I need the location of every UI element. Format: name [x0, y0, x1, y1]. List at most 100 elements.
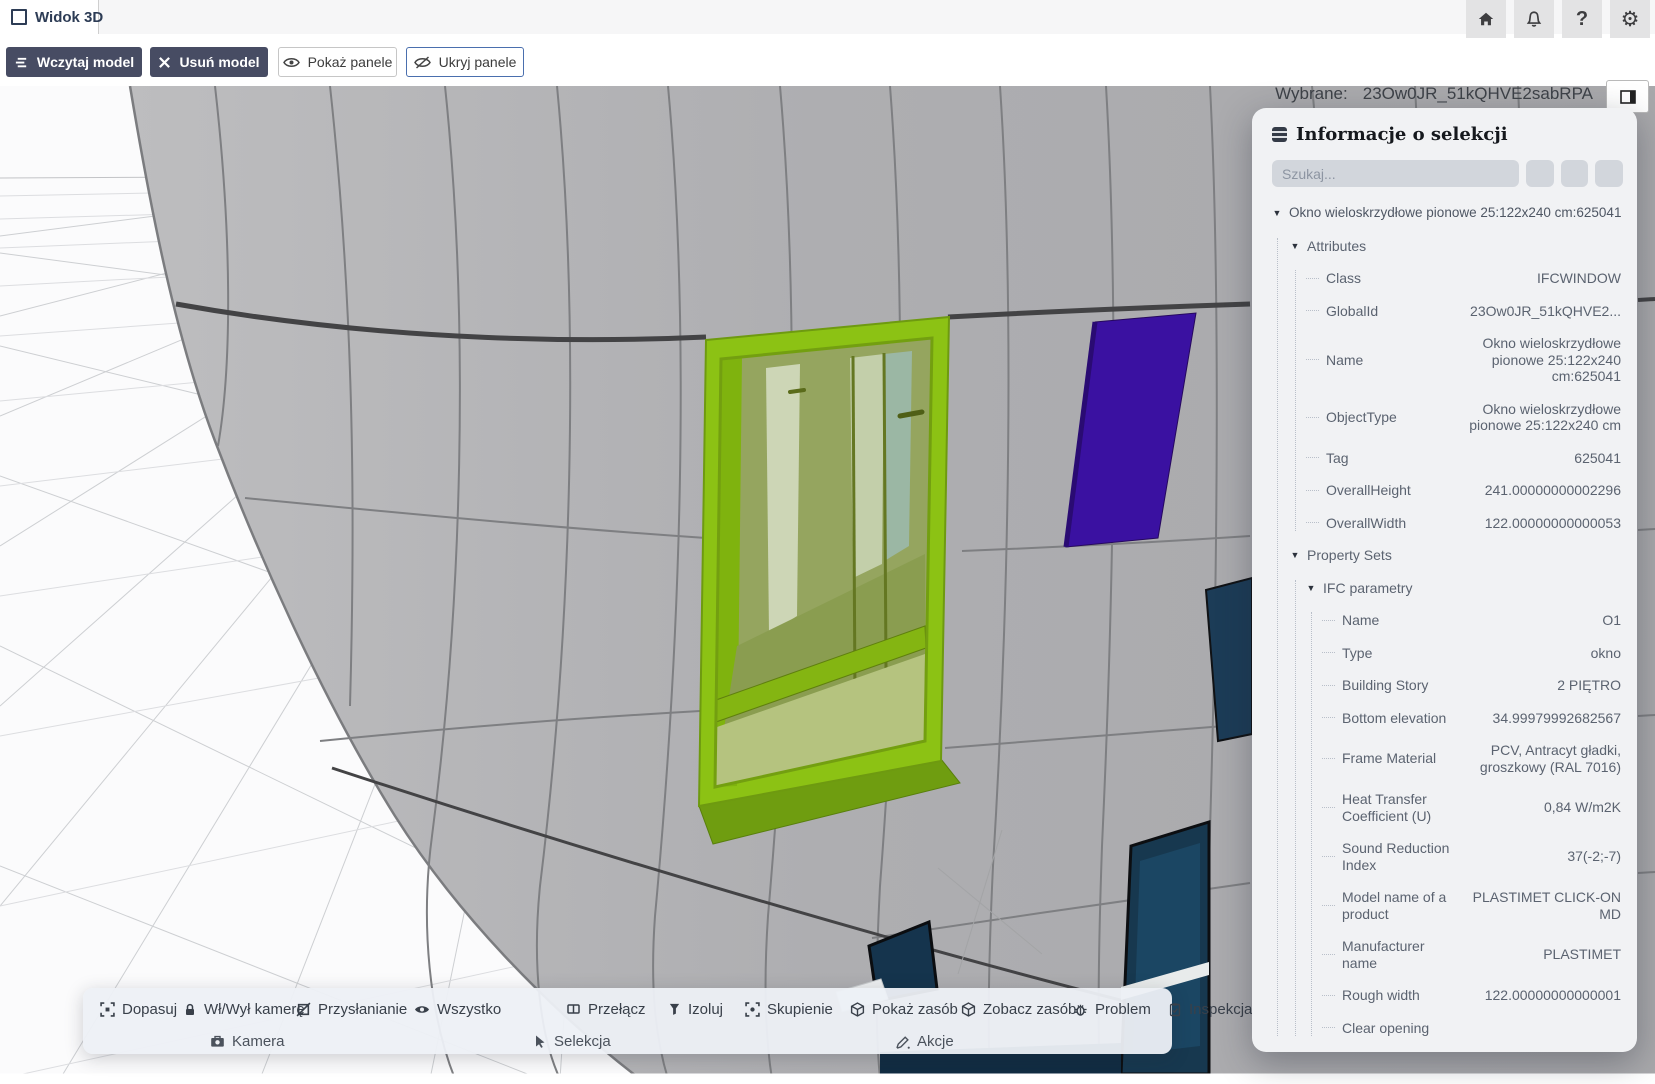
property-value: 241.00000000002296 — [1444, 482, 1623, 499]
tree-level-1: ▼ Attributes ClassIFCWINDOWGlobalId23Ow0… — [1277, 238, 1623, 1037]
property-row-building-story: Building Story2 PIĘTRO — [1322, 677, 1623, 694]
property-value: 122.00000000000053 — [1444, 515, 1623, 532]
property-value: 0,84 W/m2K — [1454, 799, 1623, 816]
notifications-button[interactable] — [1514, 0, 1554, 38]
panel-action-button-2[interactable] — [1561, 160, 1589, 187]
property-value: PLASTIMET CLICK-ON MD — [1454, 889, 1623, 922]
tool-label: Akcje — [917, 1033, 954, 1050]
settings-button[interactable]: ⚙ — [1610, 0, 1650, 38]
tool-kamera[interactable]: Kamera — [210, 1030, 285, 1052]
tool-label: Izoluj — [688, 1001, 723, 1018]
show-panels-button[interactable]: Pokaż panele — [278, 47, 397, 77]
tool-przyslanianie[interactable]: Przysłanianie — [296, 998, 407, 1020]
property-row-tag: Tag625041 — [1306, 450, 1623, 467]
property-value: 34.99979992682567 — [1454, 710, 1623, 727]
focus-icon — [745, 1002, 760, 1017]
property-row-bottom-elevation: Bottom elevation34.99979992682567 — [1322, 710, 1623, 727]
property-row-globalid: GlobalId23Ow0JR_51kQHVE2... — [1306, 303, 1623, 320]
tool-inspekcja[interactable]: Inspekcja — [1168, 998, 1252, 1020]
tool-label: Dopasuj — [122, 1001, 177, 1018]
property-value: 37(-2;-7) — [1454, 848, 1623, 865]
panel-header: Informacje o selekcji — [1272, 124, 1623, 145]
property-row-type: Typeokno — [1322, 645, 1623, 662]
property-row-overallwidth: OverallWidth122.00000000000053 — [1306, 515, 1623, 532]
remove-model-label: Usuń model — [179, 54, 259, 70]
tool-zobacz-zasob[interactable]: Zobacz zasób — [961, 998, 1076, 1020]
tree-root-node[interactable]: ▼ Okno wieloskrzydłowe pionowe 25:122x24… — [1272, 205, 1623, 222]
load-model-label: Wczytaj model — [37, 54, 134, 70]
tool-wszystko[interactable]: Wszystko — [414, 998, 501, 1020]
load-model-button[interactable]: Wczytaj model — [6, 47, 142, 77]
tool-label: Przełącz — [588, 1001, 646, 1018]
tool-label: Problem — [1095, 1001, 1151, 1018]
panel-action-button-3[interactable] — [1595, 160, 1623, 187]
property-row-manufacturer-name: Manufacturer namePLASTIMET — [1322, 938, 1623, 971]
tool-izoluj[interactable]: Izoluj — [668, 998, 723, 1020]
tree-leader — [1306, 490, 1319, 491]
x-icon — [158, 56, 171, 69]
ifc-parametry-node[interactable]: ▼ IFC parametry — [1306, 580, 1623, 597]
property-label: Sound Reduction Index — [1342, 840, 1454, 873]
property-label: OverallHeight — [1326, 482, 1444, 499]
tool-label: Selekcja — [554, 1033, 611, 1050]
property-row-model-name-of-a-product: Model name of a productPLASTIMET CLICK-O… — [1322, 889, 1623, 922]
selected-value: 23Ow0JR_51kQHVE2sabRPA — [1363, 84, 1593, 104]
chevron-down-icon: ▼ — [1272, 205, 1282, 222]
occlusion-icon — [296, 1002, 311, 1017]
property-label: ObjectType — [1326, 409, 1444, 426]
property-label: GlobalId — [1326, 303, 1444, 320]
property-value: okno — [1454, 645, 1623, 662]
tool-selekcja[interactable]: Selekcja — [533, 1030, 611, 1052]
tool-skupienie[interactable]: Skupienie — [745, 998, 833, 1020]
property-row-name: NameOkno wieloskrzydłowe pionowe 25:122x… — [1306, 335, 1623, 385]
command-bar: Wczytaj model Usuń model Pokaż panele Uk… — [0, 34, 1655, 86]
clipboard-icon — [1168, 1002, 1182, 1017]
property-sets-node[interactable]: ▼ Property Sets — [1290, 547, 1623, 564]
property-label: OverallWidth — [1326, 515, 1444, 532]
tool-label: Wł/Wył kamerę — [204, 1001, 305, 1018]
selected-window-3d[interactable] — [699, 317, 960, 844]
property-label: Name — [1342, 612, 1454, 629]
property-value: Okno wieloskrzydłowe pionowe 25:122x240 … — [1444, 401, 1623, 434]
show-panels-label: Pokaż panele — [308, 54, 393, 70]
property-sets-label: Property Sets — [1307, 547, 1392, 564]
tab-widok-3d[interactable]: Widok 3D — [0, 0, 99, 34]
property-row-objecttype: ObjectTypeOkno wieloskrzydłowe pionowe 2… — [1306, 401, 1623, 434]
tool-wl-wyl-kamere[interactable]: Wł/Wył kamerę — [183, 998, 305, 1020]
remove-model-button[interactable]: Usuń model — [150, 47, 268, 77]
camera-icon — [210, 1035, 225, 1048]
panel-action-button-1[interactable] — [1526, 160, 1554, 187]
tree-leader — [1322, 807, 1335, 808]
root-node-label: Okno wieloskrzydłowe pionowe 25:122x240 … — [1289, 205, 1621, 222]
property-label: Model name of a product — [1342, 889, 1454, 922]
property-row-sound-reduction-index: Sound Reduction Index37(-2;-7) — [1322, 840, 1623, 873]
property-label: Building Story — [1342, 677, 1454, 694]
tool-akcje[interactable]: Akcje — [895, 1030, 954, 1052]
tab-label: Widok 3D — [35, 9, 103, 26]
chevron-down-icon: ▼ — [1290, 238, 1300, 255]
tree-leader — [1322, 685, 1335, 686]
property-row-frame-material: Frame MaterialPCV, Antracyt gładki, gros… — [1322, 742, 1623, 775]
property-label: Class — [1326, 270, 1444, 287]
tree-leader — [1306, 522, 1319, 523]
lock-icon — [183, 1002, 197, 1017]
chevron-down-icon: ▼ — [1290, 547, 1300, 564]
search-input[interactable] — [1272, 160, 1519, 187]
tree-leader — [1322, 758, 1335, 759]
home-button[interactable] — [1466, 0, 1506, 38]
property-label: Heat Transfer Coefficient (U) — [1342, 791, 1454, 824]
property-label: Tag — [1326, 450, 1444, 467]
tool-dopasuj[interactable]: Dopasuj — [100, 998, 177, 1020]
property-value: PCV, Antracyt gładki, groszkowy (RAL 701… — [1454, 742, 1623, 775]
attributes-node[interactable]: ▼ Attributes — [1290, 238, 1623, 255]
hide-panels-button[interactable]: Ukryj panele — [406, 47, 524, 77]
tool-problem[interactable]: Problem — [1073, 998, 1151, 1020]
fit-view-icon — [100, 1002, 115, 1017]
tool-pokaz-zasob[interactable]: Pokaż zasób — [850, 998, 958, 1020]
property-value: O1 — [1454, 612, 1623, 629]
tool-przelacz[interactable]: Przełącz — [566, 998, 646, 1020]
viewer-toolbar: Dopasuj Wł/Wył kamerę Przysłanianie Wszy… — [83, 988, 1172, 1054]
filter-icon — [668, 1002, 681, 1016]
tool-label: Przysłanianie — [318, 1001, 407, 1018]
tree-leader — [1322, 620, 1335, 621]
